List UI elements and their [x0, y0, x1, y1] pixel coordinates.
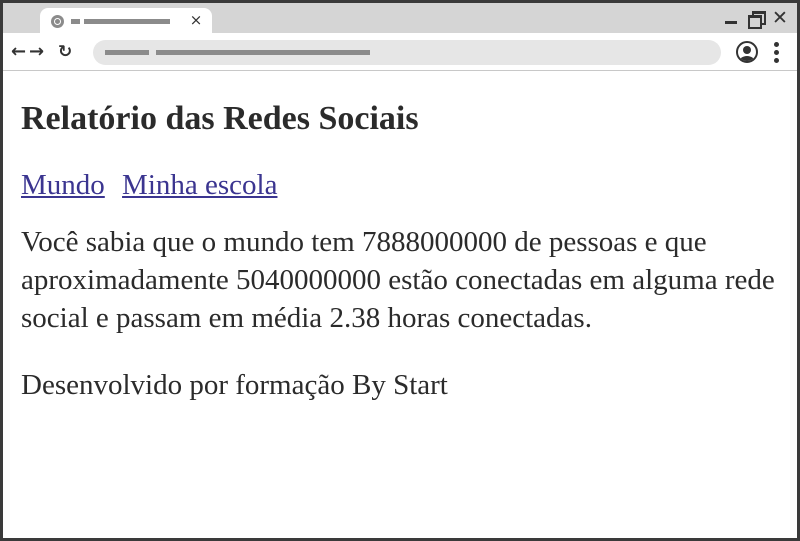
address-bar[interactable]	[93, 40, 721, 65]
link-minha-escola[interactable]: Minha escola	[122, 169, 277, 201]
tab-title-placeholder	[84, 19, 170, 24]
globe-icon	[51, 15, 64, 28]
intro-text: horas conectadas.	[380, 302, 592, 334]
url-placeholder	[105, 50, 149, 55]
footer-credit: Desenvolvido por formação By Start	[21, 369, 448, 401]
back-arrow-icon[interactable]: ←	[11, 42, 26, 62]
average-hours-value: 2.38	[329, 302, 381, 334]
url-placeholder	[156, 50, 370, 55]
browser-tab[interactable]: ×	[40, 8, 212, 33]
connected-people-value: 5040000000	[236, 264, 381, 296]
close-icon[interactable]: ×	[189, 12, 203, 28]
tab-title-placeholder	[71, 19, 80, 24]
reload-icon[interactable]: ↻	[58, 42, 72, 62]
forward-arrow-icon[interactable]: →	[29, 42, 44, 62]
window-close-icon[interactable]: ✕	[771, 9, 789, 28]
page-title: Relatório das Redes Sociais	[21, 100, 419, 137]
browser-toolbar: ← → ↻	[3, 33, 797, 71]
intro-text: Você sabia que o mundo tem	[21, 226, 362, 258]
profile-icon[interactable]	[736, 41, 758, 63]
browser-window: × ✕ ← → ↻ Relatório das Redes Sociais Mu…	[0, 0, 800, 541]
world-population-value: 7888000000	[361, 226, 507, 258]
nav-links: Mundo Minha escola	[21, 168, 779, 202]
tab-strip: × ✕	[3, 3, 797, 33]
page-content: Relatório das Redes Sociais Mundo Minha …	[3, 72, 797, 538]
window-controls: ✕	[723, 7, 789, 29]
minimize-icon[interactable]	[723, 9, 741, 27]
link-mundo[interactable]: Mundo	[21, 169, 105, 201]
kebab-menu-icon[interactable]	[774, 42, 780, 64]
intro-paragraph: Você sabia que o mundo tem 7888000000 de…	[21, 223, 779, 337]
maximize-icon[interactable]	[747, 9, 766, 29]
